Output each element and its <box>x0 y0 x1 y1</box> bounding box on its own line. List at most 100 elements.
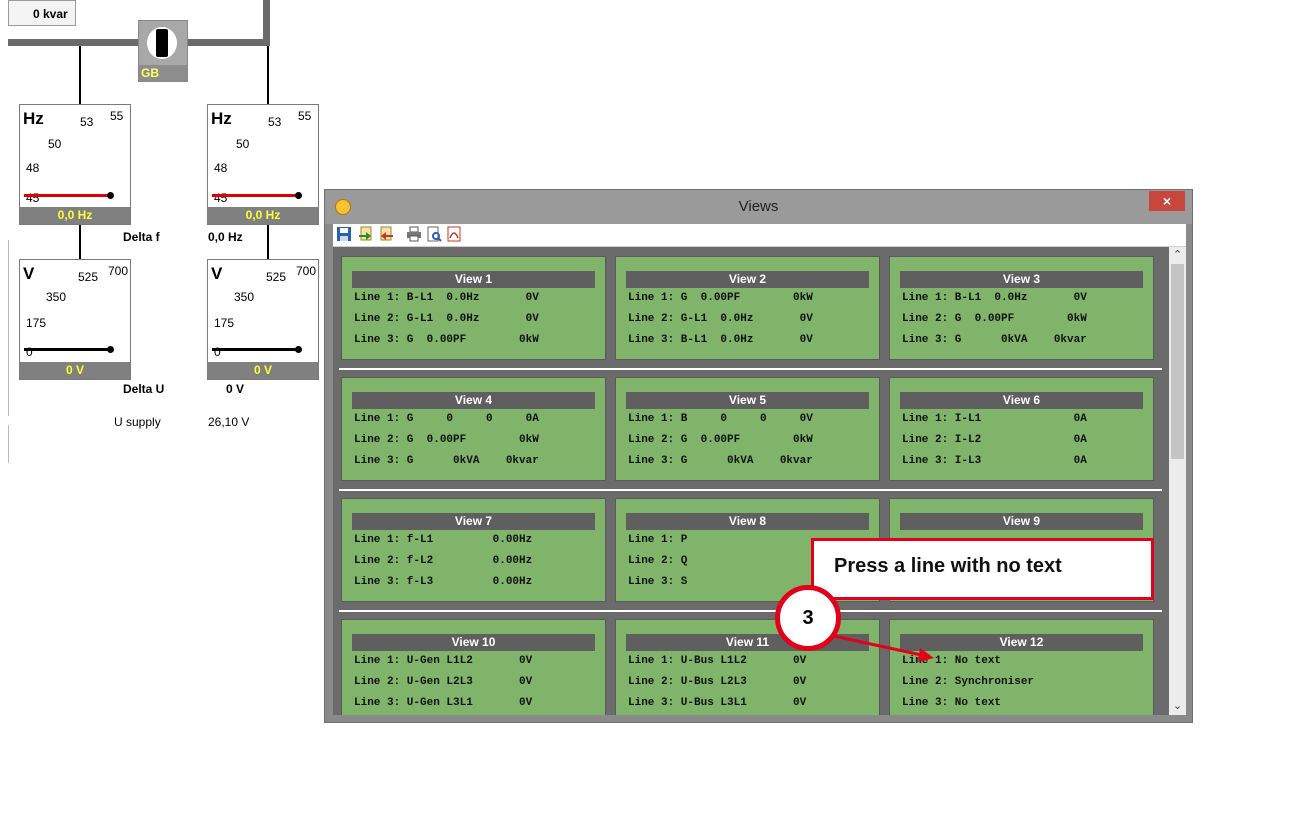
view-title: View 2 <box>626 271 869 288</box>
delta-f-label: Delta f <box>123 230 160 244</box>
meter-tick: 350 <box>46 290 67 304</box>
view-line-1[interactable]: Line 1: f-L1 0.00Hz <box>354 534 593 546</box>
view-line-2[interactable]: Line 2: I-L2 0A <box>902 434 1141 446</box>
view-panel-7[interactable]: View 7 Line 1: f-L1 0.00Hz Line 2: f-L2 … <box>341 498 606 602</box>
meter-readout: 0 V <box>208 362 318 379</box>
view-line-1[interactable]: Line 1: U-Gen L1L2 0V <box>354 655 593 667</box>
view-line-3[interactable]: Line 3: G 0kVA 0kvar <box>628 455 867 467</box>
meter-tick: 50 <box>48 137 62 151</box>
row-separator <box>339 489 1162 491</box>
view-line-3[interactable]: Line 3: G 0kVA 0kvar <box>902 334 1141 346</box>
view-line-2[interactable]: Line 2: G 0.00PF 0kW <box>628 434 867 446</box>
meter-tick: 53 <box>80 115 94 129</box>
view-line-3[interactable]: Line 3: No text <box>902 697 1141 709</box>
view-line-1[interactable]: Line 1: B-L1 0.0Hz 0V <box>354 292 593 304</box>
pointer-arrow-icon <box>833 634 934 662</box>
view-line-3[interactable]: Line 3: f-L3 0.00Hz <box>354 576 593 588</box>
breaker-icon <box>156 29 168 57</box>
view-line-1[interactable]: Line 1: I-L1 0A <box>902 413 1141 425</box>
meter-tick: 48 <box>214 161 228 175</box>
row-separator <box>339 368 1162 370</box>
view-line-3[interactable]: Line 3: G 0kVA 0kvar <box>354 455 593 467</box>
view-line-2[interactable]: Line 2: U-Gen L2L3 0V <box>354 676 593 688</box>
meter-needle-pivot <box>107 192 114 199</box>
scroll-thumb[interactable] <box>1171 264 1184 459</box>
save-icon[interactable] <box>336 226 352 242</box>
scroll-down-icon[interactable]: ⌄ <box>1169 698 1186 715</box>
vertical-scrollbar[interactable]: ⌃ ⌄ <box>1169 247 1186 715</box>
frequency-meter-generator: Hz 55 53 50 48 45 0,0 Hz <box>19 104 131 225</box>
window-titlebar[interactable]: ⚡ Views × <box>325 190 1192 224</box>
view-panel-6[interactable]: View 6 Line 1: I-L1 0A Line 2: I-L2 0A L… <box>889 377 1154 481</box>
view-title: View 7 <box>352 513 595 530</box>
import-icon[interactable] <box>358 226 374 242</box>
delta-u-value: 0 V <box>226 382 245 396</box>
frequency-meter-busbar: Hz 55 53 50 48 45 0,0 Hz <box>207 104 319 225</box>
view-panel-2[interactable]: View 2 Line 1: G 0.00PF 0kW Line 2: G-L1… <box>615 256 880 360</box>
print-icon[interactable] <box>406 226 422 242</box>
view-title: View 8 <box>626 513 869 530</box>
meter-needle <box>24 348 112 351</box>
window-title: Views <box>738 198 779 215</box>
u-supply-value: 26,10 V <box>208 415 250 429</box>
view-line-2[interactable]: Line 2: U-Bus L2L3 0V <box>628 676 867 688</box>
view-panel-1[interactable]: View 1 Line 1: B-L1 0.0Hz 0V Line 2: G-L… <box>341 256 606 360</box>
meter-tick: 525 <box>78 270 99 284</box>
left-frame-edge <box>0 240 9 416</box>
meter-needle-pivot <box>107 346 114 353</box>
breaker-label: GB <box>139 65 187 81</box>
view-line-1[interactable]: Line 1: G 0 0 0A <box>354 413 593 425</box>
view-title: View 4 <box>352 392 595 409</box>
scroll-up-icon[interactable]: ⌃ <box>1169 247 1186 264</box>
kvar-readout: 0 kvar <box>8 0 76 26</box>
voltage-meter-busbar: V 700 525 350 175 0 0 V <box>207 259 319 380</box>
view-line-1[interactable]: Line 1: B-L1 0.0Hz 0V <box>902 292 1141 304</box>
meter-readout: 0,0 Hz <box>208 207 318 224</box>
meter-tick: 350 <box>234 290 255 304</box>
view-panel-10[interactable]: View 10 Line 1: U-Gen L1L2 0V Line 2: U-… <box>341 619 606 715</box>
pdf-icon[interactable] <box>446 226 462 242</box>
view-line-2[interactable]: Line 2: G-L1 0.0Hz 0V <box>628 313 867 325</box>
view-line-2[interactable]: Line 2: G 0.00PF 0kW <box>902 313 1141 325</box>
view-line-2[interactable]: Line 2: G 0.00PF 0kW <box>354 434 593 446</box>
view-line-2[interactable]: Line 2: Synchroniser <box>902 676 1141 688</box>
view-panel-3[interactable]: View 3 Line 1: B-L1 0.0Hz 0V Line 2: G 0… <box>889 256 1154 360</box>
view-panel-5[interactable]: View 5 Line 1: B 0 0 0V Line 2: G 0.00PF… <box>615 377 880 481</box>
view-panel-4[interactable]: View 4 Line 1: G 0 0 0A Line 2: G 0.00PF… <box>341 377 606 481</box>
meter-tick: 48 <box>26 161 40 175</box>
view-title: View 6 <box>900 392 1143 409</box>
instruction-callout: Press a line with no text <box>811 538 1154 600</box>
meter-tick-max: 55 <box>298 109 312 123</box>
meter-unit: Hz <box>211 109 232 128</box>
meter-readout: 0,0 Hz <box>20 207 130 224</box>
close-button[interactable]: × <box>1149 191 1185 211</box>
view-line-1[interactable]: Line 1: G 0.00PF 0kW <box>628 292 867 304</box>
delta-f-value: 0,0 Hz <box>208 230 243 244</box>
view-line-2[interactable]: Line 2: f-L2 0.00Hz <box>354 555 593 567</box>
meter-unit: V <box>211 264 223 283</box>
meter-needle <box>24 194 112 197</box>
left-frame-edge-lower <box>0 425 9 463</box>
export-icon[interactable] <box>378 226 394 242</box>
feeder-wire-left <box>79 46 81 104</box>
print-preview-icon[interactable] <box>426 226 442 242</box>
view-line-3[interactable]: Line 3: B-L1 0.0Hz 0V <box>628 334 867 346</box>
view-title: View 1 <box>352 271 595 288</box>
view-line-3[interactable]: Line 3: I-L3 0A <box>902 455 1141 467</box>
view-line-1[interactable]: Line 1: B 0 0 0V <box>628 413 867 425</box>
meter-tick: 53 <box>268 115 282 129</box>
step-badge: 3 <box>775 585 841 651</box>
row-separator <box>339 610 1162 612</box>
view-line-3[interactable]: Line 3: U-Bus L3L1 0V <box>628 697 867 709</box>
meter-tick: 50 <box>236 137 250 151</box>
toolbar <box>333 224 1186 247</box>
meter-readout: 0 V <box>20 362 130 379</box>
generator-breaker[interactable]: GB <box>138 20 188 82</box>
meter-tick: 175 <box>26 316 47 330</box>
meter-tick-max: 55 <box>110 109 124 123</box>
view-line-3[interactable]: Line 3: G 0.00PF 0kW <box>354 334 593 346</box>
view-line-2[interactable]: Line 2: G-L1 0.0Hz 0V <box>354 313 593 325</box>
u-supply-label: U supply <box>114 415 161 429</box>
views-grid: View 1 Line 1: B-L1 0.0Hz 0V Line 2: G-L… <box>333 247 1186 715</box>
view-line-3[interactable]: Line 3: U-Gen L3L1 0V <box>354 697 593 709</box>
